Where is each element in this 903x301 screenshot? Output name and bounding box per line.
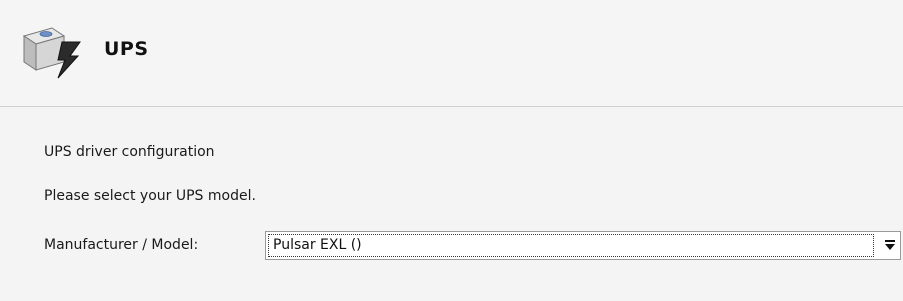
ups-device-icon xyxy=(22,27,81,79)
header-banner: UPS xyxy=(0,0,903,106)
model-select-value: Pulsar EXL () xyxy=(273,237,362,253)
model-select[interactable]: Pulsar EXL () xyxy=(265,231,901,260)
instruction-text: Please select your UPS model. xyxy=(44,188,256,204)
dropdown-arrow-icon[interactable] xyxy=(883,238,897,252)
ups-config-window: UPS UPS driver configuration Please sele… xyxy=(0,0,903,301)
model-label: Manufacturer / Model: xyxy=(44,237,199,253)
content-area: UPS driver configuration Please select y… xyxy=(0,107,903,301)
page-title: UPS xyxy=(104,38,149,60)
section-heading: UPS driver configuration xyxy=(44,144,215,160)
